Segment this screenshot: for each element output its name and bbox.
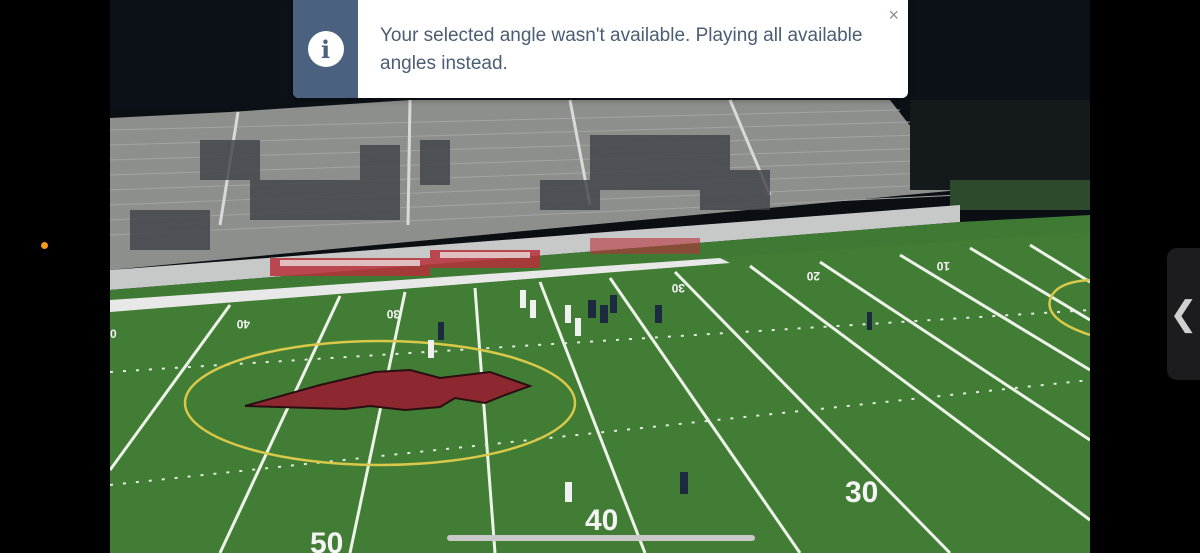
info-icon: i	[307, 31, 344, 67]
notification-icon-panel: i	[293, 0, 358, 98]
field-number-far-edge: 0	[110, 327, 117, 341]
field-number-far-1: 40	[236, 317, 250, 331]
close-icon[interactable]: ×	[888, 5, 899, 26]
field-number-near-left: 50	[310, 527, 343, 553]
field-number-far-2: 30	[386, 307, 400, 321]
field-number-near-mid: 40	[585, 504, 618, 537]
chevron-left-icon: ❮	[1169, 295, 1198, 333]
angle-unavailable-notification: i Your selected angle wasn't available. …	[293, 0, 908, 98]
field-number-far-4: 20	[806, 269, 820, 283]
notification-message: Your selected angle wasn't available. Pl…	[380, 25, 863, 74]
field-number-near-right: 30	[845, 476, 878, 509]
side-panel-handle[interactable]: ❮	[1167, 248, 1200, 380]
field-number-far-3: 30	[671, 281, 685, 295]
home-indicator[interactable]	[447, 535, 755, 541]
field-number-far-5: 10	[936, 259, 950, 273]
status-indicator-dot	[41, 242, 48, 249]
